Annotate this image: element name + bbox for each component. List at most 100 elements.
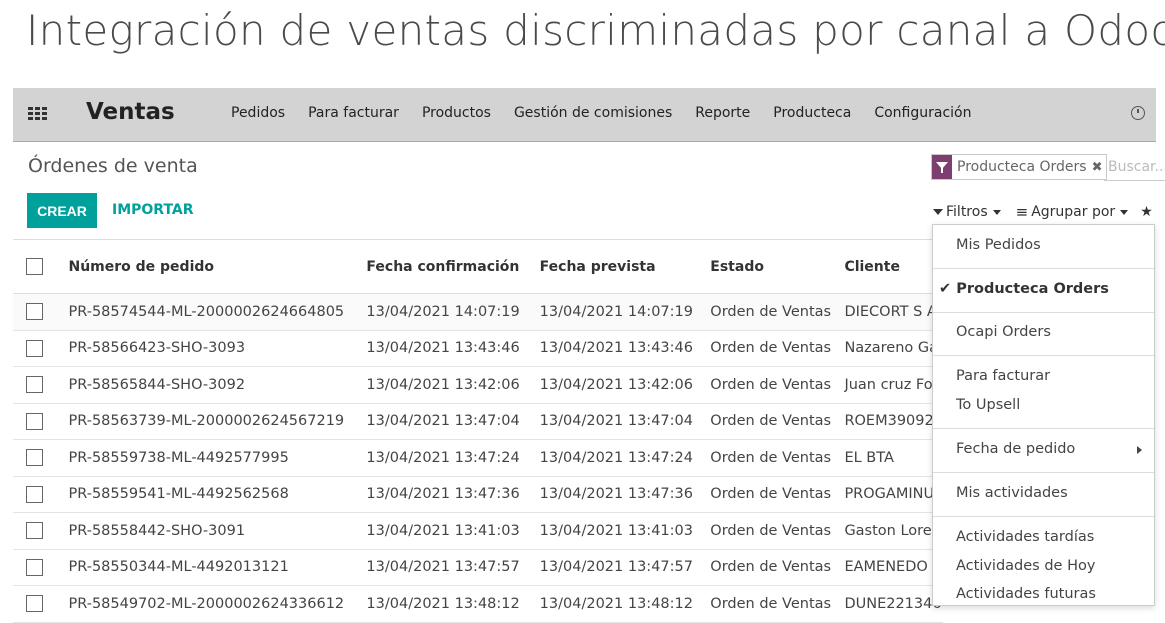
cell-expected-date: 13/04/2021 13:47:57: [539, 549, 711, 586]
cell-state: Orden de Ventas: [710, 585, 845, 623]
cell-confirmation-date: 13/04/2021 13:41:03: [366, 512, 540, 550]
filter-my-activities[interactable]: Mis actividades: [956, 485, 1068, 501]
cell-expected-date: 13/04/2021 14:07:19: [539, 293, 711, 331]
filter-ocapi-orders[interactable]: Ocapi Orders: [956, 324, 1051, 340]
cell-confirmation-date: 13/04/2021 13:48:12: [366, 585, 540, 623]
filter-late-activities[interactable]: Actividades tardías: [956, 529, 1094, 545]
row-checkbox[interactable]: [26, 303, 43, 321]
search-input[interactable]: [1104, 155, 1165, 179]
cell-confirmation-date: 13/04/2021 13:47:36: [366, 476, 540, 513]
cell-expected-date: 13/04/2021 13:41:03: [539, 512, 711, 550]
filter-future-activities[interactable]: Actividades futuras: [956, 586, 1096, 602]
table-row[interactable]: PR-58559541-ML-4492562568 13/04/2021 13:…: [13, 476, 943, 513]
row-checkbox[interactable]: [26, 558, 43, 576]
table-row[interactable]: PR-58566423-SHO-3093 13/04/2021 13:43:46…: [13, 330, 943, 367]
cell-customer: ROEM390922: [844, 403, 943, 440]
cell-state: Orden de Ventas: [710, 403, 845, 440]
row-select-cell: [13, 512, 69, 550]
select-all-checkbox[interactable]: [26, 258, 43, 275]
cell-confirmation-date: 13/04/2021 13:47:24: [366, 439, 540, 477]
menu-item-gestion-comisiones[interactable]: Gestión de comisiones: [514, 105, 672, 121]
header-fecha-confirmacion[interactable]: Fecha confirmación: [366, 240, 540, 294]
menu-item-productos[interactable]: Productos: [422, 105, 491, 121]
app-brand[interactable]: Ventas: [86, 99, 175, 125]
facet-label: Producteca Orders: [957, 159, 1087, 175]
cell-state: Orden de Ventas: [710, 512, 845, 550]
orders-table: Número de pedido Fecha confirmación Fech…: [13, 240, 943, 623]
cell-customer: PROGAMINU: [844, 476, 943, 513]
select-all-cell: [13, 240, 69, 294]
cell-state: Orden de Ventas: [710, 476, 845, 513]
table-row[interactable]: PR-58550344-ML-4492013121 13/04/2021 13:…: [13, 549, 943, 586]
top-navbar: Ventas Pedidos Para facturar Productos G…: [13, 88, 1156, 142]
favorites-star-icon[interactable]: ★: [1140, 204, 1153, 220]
import-button[interactable]: IMPORTAR: [112, 202, 194, 218]
header-fecha-prevista[interactable]: Fecha prevista: [539, 240, 711, 294]
filter-to-upsell[interactable]: To Upsell: [956, 397, 1020, 413]
menu-item-configuracion[interactable]: Configuración: [874, 105, 971, 121]
cell-order-number: PR-58559541-ML-4492562568: [68, 476, 367, 513]
table-row[interactable]: PR-58559738-ML-4492577995 13/04/2021 13:…: [13, 439, 943, 477]
row-checkbox[interactable]: [26, 376, 43, 394]
cell-order-number: PR-58566423-SHO-3093: [68, 330, 367, 367]
cell-customer: EAMENEDO: [844, 549, 943, 586]
cell-order-number: PR-58559738-ML-4492577995: [68, 439, 367, 477]
facet-remove-icon[interactable]: ✖: [1092, 160, 1103, 175]
menu-item-producteca[interactable]: Producteca: [773, 105, 851, 121]
row-select-cell: [13, 366, 69, 404]
cell-expected-date: 13/04/2021 13:43:46: [539, 330, 711, 367]
cell-order-number: PR-58550344-ML-4492013121: [68, 549, 367, 586]
table-row[interactable]: PR-58563739-ML-2000002624567219 13/04/20…: [13, 403, 943, 440]
table-row[interactable]: PR-58549702-ML-2000002624336612 13/04/20…: [13, 585, 943, 623]
dropdown-divider: [933, 312, 1154, 313]
filter-order-date[interactable]: Fecha de pedido: [956, 441, 1075, 457]
row-checkbox[interactable]: [26, 412, 43, 430]
cell-expected-date: 13/04/2021 13:48:12: [539, 585, 711, 623]
activity-clock-icon[interactable]: [1131, 106, 1145, 120]
row-checkbox[interactable]: [26, 522, 43, 540]
row-checkbox[interactable]: [26, 449, 43, 467]
menu-item-para-facturar[interactable]: Para facturar: [308, 105, 399, 121]
group-by-toggle[interactable]: Agrupar por: [1031, 204, 1115, 220]
cell-state: Orden de Ventas: [710, 366, 845, 404]
filter-producteca-orders[interactable]: ✔ Producteca Orders: [939, 281, 1109, 297]
table-header-row: Número de pedido Fecha confirmación Fech…: [13, 240, 943, 294]
row-checkbox[interactable]: [26, 339, 43, 357]
filter-my-orders[interactable]: Mis Pedidos: [956, 237, 1041, 253]
row-select-cell: [13, 330, 69, 367]
menu-item-pedidos[interactable]: Pedidos: [231, 105, 285, 121]
menu-item-reporte[interactable]: Reporte: [695, 105, 750, 121]
cell-confirmation-date: 13/04/2021 13:42:06: [366, 366, 540, 404]
row-select-cell: [13, 293, 69, 331]
row-select-cell: [13, 549, 69, 586]
checkmark-icon: ✔: [939, 281, 952, 297]
table-row[interactable]: PR-58574544-ML-2000002624664805 13/04/20…: [13, 293, 943, 331]
cell-state: Orden de Ventas: [710, 293, 845, 331]
cell-customer: Gaston Loren: [844, 512, 943, 550]
filter-to-invoice[interactable]: Para facturar: [956, 368, 1050, 384]
header-numero-pedido[interactable]: Número de pedido: [68, 240, 367, 294]
cell-state: Orden de Ventas: [710, 330, 845, 367]
dropdown-divider: [933, 268, 1154, 269]
filter-today-activities[interactable]: Actividades de Hoy: [956, 558, 1095, 574]
cell-confirmation-date: 13/04/2021 13:47:57: [366, 549, 540, 586]
table-row[interactable]: PR-58558442-SHO-3091 13/04/2021 13:41:03…: [13, 512, 943, 550]
cell-customer: EL BTA: [844, 439, 943, 477]
row-select-cell: [13, 585, 69, 623]
row-select-cell: [13, 403, 69, 440]
filters-toggle[interactable]: Filtros: [946, 204, 988, 220]
header-cliente[interactable]: Cliente: [844, 240, 943, 294]
cell-customer: Nazareno Ga: [844, 330, 943, 367]
dropdown-divider: [933, 355, 1154, 356]
create-button[interactable]: CREAR: [27, 193, 97, 228]
row-checkbox[interactable]: [26, 485, 43, 503]
row-checkbox[interactable]: [26, 595, 43, 613]
caret-down-icon: [1120, 209, 1129, 215]
apps-menu-icon[interactable]: [28, 107, 47, 120]
cell-expected-date: 13/04/2021 13:47:24: [539, 439, 711, 477]
search-facet: Producteca Orders ✖: [931, 154, 1108, 180]
header-estado[interactable]: Estado: [710, 240, 845, 294]
group-by-icon: ≡: [1015, 203, 1029, 221]
caret-right-icon: [1137, 446, 1142, 454]
table-row[interactable]: PR-58565844-SHO-3092 13/04/2021 13:42:06…: [13, 366, 943, 404]
